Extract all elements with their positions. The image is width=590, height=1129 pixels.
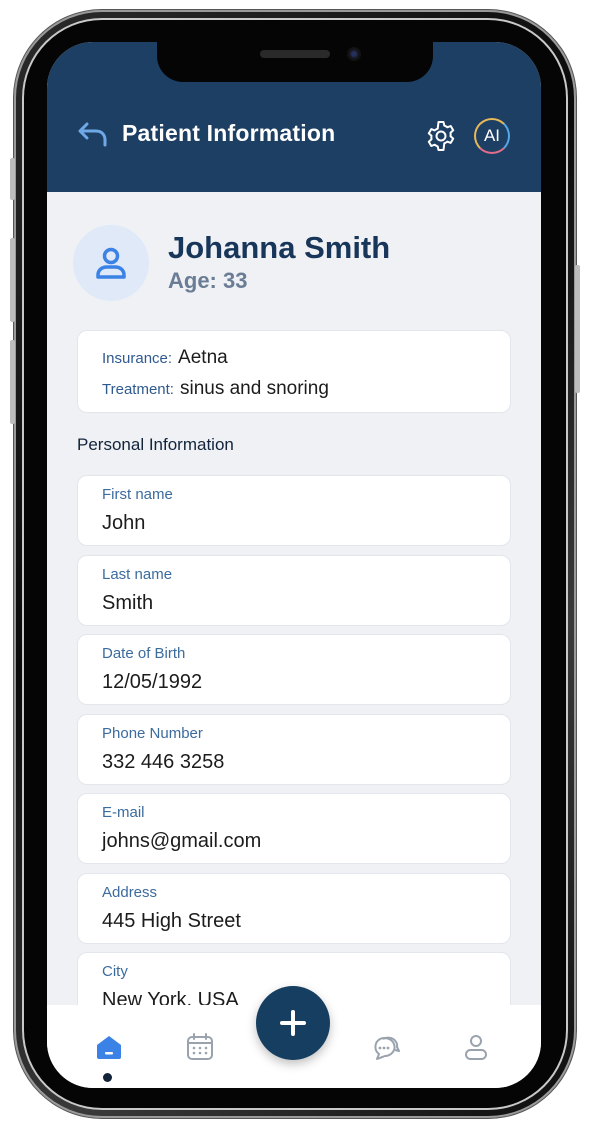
field-label: City <box>102 963 128 980</box>
email-field[interactable]: E-mail johns@gmail.com <box>77 793 511 864</box>
insurance-summary-card: Insurance: Aetna Treatment: sinus and snor… <box>77 330 511 413</box>
phone-notch <box>157 42 433 82</box>
first-name-field[interactable]: First name John <box>77 475 511 546</box>
patient-age: Age: 33 <box>168 268 248 293</box>
nav-home[interactable] <box>89 1027 129 1067</box>
nav-profile[interactable] <box>456 1027 496 1067</box>
page-title: Patient Information <box>122 120 336 146</box>
field-label: First name <box>102 486 173 503</box>
insurance-row: Insurance: Aetna <box>102 347 228 369</box>
insurance-label: Insurance: <box>102 350 173 367</box>
field-label: Address <box>102 884 158 901</box>
field-label: Phone Number <box>102 725 203 742</box>
patient-name: Johanna Smith <box>168 230 391 265</box>
volume-down-button <box>10 340 15 424</box>
app-screen: Patient Information AI Johanna Smith Age… <box>47 42 541 1088</box>
insurance-value: Aetna <box>178 347 228 368</box>
field-value: 445 High Street <box>102 910 241 932</box>
nav-messages[interactable] <box>364 1027 404 1067</box>
profile-icon <box>465 1035 487 1060</box>
plus-icon <box>280 1010 306 1036</box>
front-camera <box>347 47 361 61</box>
last-name-field[interactable]: Last name Smith <box>77 555 511 626</box>
field-value: 12/05/1992 <box>102 671 203 693</box>
field-value: John <box>102 512 146 534</box>
chat-icon <box>374 1036 400 1060</box>
add-button[interactable] <box>256 986 330 1060</box>
user-icon <box>96 247 126 279</box>
mute-switch <box>10 158 15 200</box>
calendar-icon <box>187 1033 213 1060</box>
power-button <box>575 265 580 393</box>
section-title: Personal Information <box>77 435 234 454</box>
field-value: Smith <box>102 592 154 614</box>
back-arrow-icon[interactable] <box>77 120 109 148</box>
treatment-label: Treatment: <box>102 381 174 398</box>
volume-up-button <box>10 238 15 322</box>
treatment-value: sinus and snoring <box>179 378 329 399</box>
home-icon <box>97 1036 121 1059</box>
field-value: 332 446 3258 <box>102 751 225 773</box>
phone-number-field[interactable]: Phone Number 332 446 3258 <box>77 714 511 785</box>
field-label: E-mail <box>102 804 145 821</box>
patient-avatar <box>73 225 149 301</box>
gear-icon[interactable] <box>424 119 458 153</box>
treatment-row: Treatment: sinus and snoring <box>102 378 329 400</box>
speaker-grille <box>260 50 330 58</box>
active-indicator-dot <box>103 1073 112 1082</box>
date-of-birth-field[interactable]: Date of Birth 12/05/1992 <box>77 634 511 705</box>
field-value: johns@gmail.com <box>102 830 262 852</box>
nav-calendar[interactable] <box>180 1027 220 1067</box>
field-label: Last name <box>102 566 173 583</box>
address-field[interactable]: Address 445 High Street <box>77 873 511 944</box>
field-label: Date of Birth <box>102 645 186 662</box>
ai-assistant-button[interactable]: AI <box>474 118 510 154</box>
